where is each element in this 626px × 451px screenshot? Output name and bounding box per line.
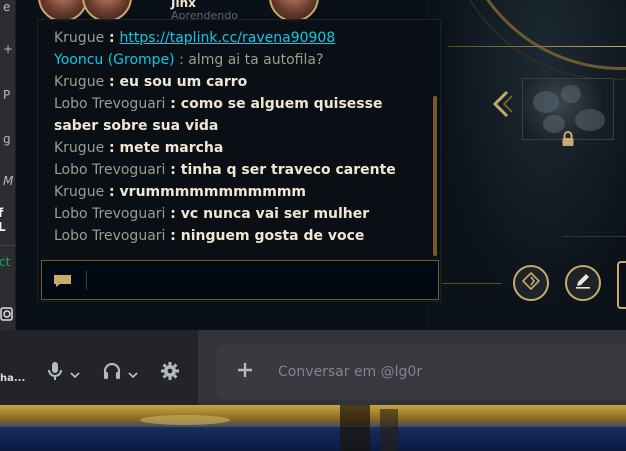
message-composer — [216, 344, 626, 400]
sidebar-divider — [0, 245, 16, 246]
chat-input-box[interactable] — [41, 260, 439, 300]
rune-icon — [521, 271, 541, 294]
gold-divider — [442, 283, 502, 284]
chat-separator: : — [165, 228, 181, 244]
chat-sender-name[interactable]: Lobo Trevoguari — [54, 162, 165, 178]
chat-sender-name[interactable]: Lobo Trevoguari — [54, 206, 165, 222]
chat-message: Krugue : https://taplink.cc/ravena90908 — [54, 27, 428, 49]
chat-message: Lobo Trevoguari : ninguem gosta de voce — [54, 225, 428, 247]
chat-message-text: vrummmmmmmmmmm — [119, 184, 307, 200]
chat-sender-name[interactable]: Lobo Trevoguari — [54, 96, 165, 112]
headphones-control[interactable] — [102, 361, 138, 385]
chevron-down-icon[interactable] — [70, 364, 80, 383]
chat-scrollbar[interactable] — [433, 96, 437, 256]
game-client-window: Jinx Aprendendo Krugue : https://taplink… — [16, 0, 626, 330]
chat-separator: : — [165, 206, 181, 222]
edit-icon — [574, 272, 592, 294]
sidebar-fragment: M — [3, 174, 14, 188]
left-sidebar-strip: e + P g M f L ct — [0, 0, 16, 330]
sidebar-fragment: f L — [0, 206, 6, 234]
sidebar-fragment: ct — [0, 255, 11, 269]
chat-separator: : — [165, 96, 181, 112]
chat-separator: : — [104, 140, 120, 156]
sidebar-fragment: P — [3, 88, 11, 102]
chat-link[interactable]: https://taplink.cc/ravena90908 — [120, 30, 336, 46]
microphone-icon[interactable] — [46, 361, 64, 385]
desktop-wallpaper — [0, 405, 626, 451]
chat-input-caret — [86, 271, 87, 290]
chat-message: Krugue : mete marcha — [54, 137, 428, 159]
microphone-control[interactable] — [46, 361, 80, 385]
game-chat-panel: Krugue : https://taplink.cc/ravena90908 Y… — [37, 19, 441, 302]
edit-button[interactable] — [565, 265, 601, 301]
chat-message-text: tinha q ser traveco carente — [180, 162, 396, 178]
chat-message-text: almg ai ta autofila? — [188, 52, 324, 68]
chat-bubble-icon — [53, 273, 72, 287]
chat-message: Lobo Trevoguari : como se alguem quisess… — [54, 93, 428, 137]
chat-message-text: eu sou um carro — [119, 74, 248, 90]
gear-icon[interactable] — [160, 361, 180, 385]
sidebar-fragment: + — [3, 42, 14, 56]
activity-icon — [0, 306, 14, 322]
chat-sender-name[interactable]: Krugue — [54, 74, 104, 90]
chat-message-text: mete marcha — [119, 140, 224, 156]
username-label[interactable]: ha... — [0, 373, 25, 384]
chat-message-text: ninguem gosta de voce — [180, 228, 365, 244]
chat-message-list: Krugue : https://taplink.cc/ravena90908 Y… — [54, 27, 428, 247]
chat-separator: : — [104, 184, 120, 200]
chat-message: Krugue : vrummmmmmmmmmm — [54, 181, 428, 203]
chat-message: Krugue : eu sou um carro — [54, 71, 428, 93]
headphones-icon[interactable] — [102, 361, 122, 385]
message-input[interactable] — [278, 344, 618, 400]
sidebar-fragment: e — [3, 0, 11, 14]
chat-separator: : — [174, 52, 189, 68]
sidebar-fragment: g — [3, 132, 11, 146]
side-panel-button[interactable] — [617, 261, 626, 309]
chevron-down-icon[interactable] — [128, 364, 138, 383]
chat-separator: : — [104, 30, 120, 46]
chat-message-text: vc nunca vai ser mulher — [180, 206, 370, 222]
gold-divider — [448, 46, 626, 47]
chat-sender-name[interactable]: Lobo Trevoguari — [54, 228, 165, 244]
chat-message: Lobo Trevoguari : tinha q ser traveco ca… — [54, 159, 428, 181]
chat-sender-name[interactable]: Krugue — [54, 140, 104, 156]
chat-sender-name[interactable]: Krugue — [54, 30, 104, 46]
user-settings-button[interactable] — [160, 361, 180, 385]
chat-message: Lobo Trevoguari : vc nunca vai ser mulhe… — [54, 203, 428, 225]
plus-icon[interactable] — [233, 358, 257, 382]
chat-sender-name[interactable]: Yooncu (Grompe) — [54, 52, 175, 68]
lock-icon — [561, 131, 575, 147]
chat-separator: : — [104, 74, 120, 90]
chevron-left-icon[interactable] — [491, 90, 513, 118]
chat-sender-name[interactable]: Krugue — [54, 184, 104, 200]
discord-user-panel: ha... — [0, 330, 198, 405]
chat-separator: : — [165, 162, 181, 178]
discord-main-pane — [198, 330, 626, 405]
gold-divider — [562, 236, 626, 237]
chat-message: Yooncu (Grompe) : almg ai ta autofila? — [54, 49, 428, 71]
rune-button[interactable] — [513, 265, 549, 301]
